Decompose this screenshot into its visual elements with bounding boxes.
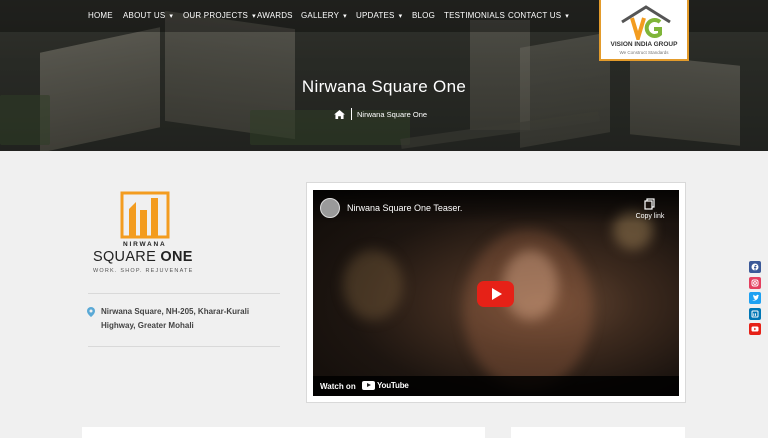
youtube-logo: YouTube [362, 381, 409, 390]
brand-top-text: NIRWANA [123, 241, 167, 248]
breadcrumb-separator [351, 108, 352, 120]
brand-tagline: WORK. SHOP. REJUVENATE [93, 268, 194, 274]
nav-gallery[interactable]: GALLERY ▾ [301, 11, 347, 20]
home-icon[interactable] [334, 109, 345, 119]
nav-home[interactable]: HOME [88, 11, 113, 20]
facebook-icon[interactable] [749, 261, 761, 273]
watch-on-label: Watch on [320, 382, 356, 391]
chevron-down-icon: ▾ [343, 13, 347, 20]
divider-top [88, 293, 280, 294]
site-logo[interactable]: VISION INDIA GROUP We Construct Standard… [599, 0, 689, 61]
nav-blog[interactable]: BLOG [412, 11, 435, 20]
project-logo-icon [120, 191, 170, 239]
house-vg-logo-icon [621, 5, 671, 40]
breadcrumb: Nirwana Square One [334, 108, 427, 120]
channel-avatar[interactable] [320, 198, 340, 218]
divider-bottom [88, 346, 280, 347]
play-button[interactable] [477, 281, 514, 307]
youtube-video[interactable]: Nirwana Square One Teaser. Copy link Wat… [313, 190, 679, 396]
nav-awards[interactable]: AWARDS [257, 11, 293, 20]
linkedin-icon[interactable] [749, 308, 761, 320]
breadcrumb-current: Nirwana Square One [357, 109, 428, 119]
chevron-down-icon: ▾ [565, 13, 569, 20]
watch-on-youtube-bar[interactable]: Watch on YouTube [313, 376, 679, 396]
content-card-right [511, 427, 685, 438]
nav-updates[interactable]: UPDATES ▾ [356, 11, 402, 20]
chevron-down-icon: ▾ [169, 13, 174, 20]
nav-about-us[interactable]: ABOUT US ▾ [123, 11, 173, 20]
copy-link-label[interactable]: Copy link [626, 213, 674, 220]
logo-tagline: We Construct Standards [619, 50, 669, 55]
nav-testimonials[interactable]: TESTIMONIALS [444, 11, 505, 20]
youtube-play-icon [362, 381, 375, 390]
content-card-left [82, 427, 485, 438]
nav-our-projects[interactable]: OUR PROJECTS ▾ [183, 11, 256, 20]
chevron-down-icon: ▾ [252, 13, 256, 20]
youtube-icon[interactable] [749, 323, 761, 335]
nav-contact-us[interactable]: CONTACT US ▾ [508, 11, 569, 20]
copy-link-icon[interactable] [635, 198, 665, 210]
video-title[interactable]: Nirwana Square One Teaser. [347, 203, 462, 213]
logo-title: VISION INDIA GROUP [610, 41, 678, 48]
twitter-icon[interactable] [749, 292, 761, 304]
page-title: Nirwana Square One [301, 77, 467, 96]
brand-main-text: SQUARE ONE [93, 249, 193, 265]
project-address: Nirwana Square, NH-205, Kharar-Kurali Hi… [101, 307, 250, 330]
map-pin-icon [87, 307, 95, 317]
instagram-icon[interactable] [749, 277, 761, 289]
chevron-down-icon: ▾ [398, 13, 403, 20]
